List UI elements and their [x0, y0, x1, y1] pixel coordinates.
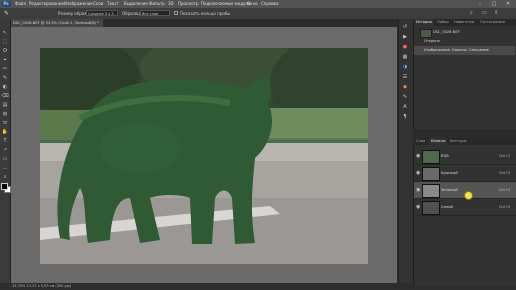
share-icon[interactable]: ⇪	[494, 10, 498, 17]
sample-label: Образец:	[122, 11, 142, 16]
history-tab-1[interactable]: Набор	[435, 19, 451, 26]
channel-row[interactable]: ◉ Красный Ctrl+3	[414, 165, 516, 182]
eyedropper-tool-icon[interactable]: ✎	[4, 10, 9, 17]
tool-icon-2[interactable]: ʘ	[1, 48, 9, 55]
menu-item-11[interactable]: Справка	[261, 0, 279, 8]
menu-item-6[interactable]: Фильтр	[149, 0, 165, 8]
tool-icon-5[interactable]: ✎	[1, 75, 9, 82]
status-text: 33,33% 13,37 x 5,93 см (300 ppi)	[12, 284, 72, 288]
close-icon[interactable]: ✕	[502, 0, 514, 8]
history-item[interactable]: DSC_0028.NEF	[414, 28, 515, 38]
channel-thumbnail	[422, 150, 440, 164]
foreground-color-swatch[interactable]	[1, 183, 8, 190]
history-item-label: DSC_0028.NEF	[433, 30, 460, 34]
swatches-panel-icon[interactable]: ▦	[401, 54, 409, 61]
tool-icon-3[interactable]: ⌖	[1, 57, 9, 64]
channel-row[interactable]: ◉ Синий Ctrl+5	[414, 199, 516, 216]
properties-panel-icon[interactable]: ☰	[401, 74, 409, 81]
tool-icon-6[interactable]: ◐	[1, 84, 9, 91]
channel-thumbnail	[422, 167, 440, 181]
channel-name: Красный	[441, 171, 458, 175]
tool-icon-10[interactable]: ⬭	[1, 120, 9, 127]
tool-icon-9[interactable]: ◍	[1, 111, 9, 118]
tool-icon-7[interactable]: ⌫	[1, 93, 9, 100]
channel-name: Зеленый	[441, 188, 458, 192]
app-logo-icon: Ps	[1, 1, 11, 7]
document-image[interactable]	[40, 48, 368, 264]
menu-item-9[interactable]: Подключаемые модули	[201, 0, 251, 8]
history-item[interactable]: Открыть	[414, 37, 515, 46]
brush-panel-icon[interactable]: ✎	[401, 94, 409, 101]
tool-icon-1[interactable]: ⬚	[1, 39, 9, 46]
menu-item-2[interactable]: Изображение	[64, 0, 93, 8]
tool-icon-4[interactable]: ✂	[1, 66, 9, 73]
menu-item-3[interactable]: Слои	[93, 0, 103, 8]
channel-name: Синий	[441, 205, 453, 209]
menu-item-4[interactable]: Текст	[107, 0, 119, 8]
tool-icon-16[interactable]: ⌕	[1, 174, 9, 181]
channels-tab-1[interactable]: Каналы	[429, 138, 448, 145]
channels-tab-2[interactable]: Контуры	[448, 138, 468, 145]
history-panel-icon[interactable]: ↺	[401, 24, 409, 31]
channels-tab-0[interactable]: Слои	[414, 138, 427, 145]
show-ring-label: Показать кольцо пробы	[180, 11, 231, 16]
channel-shortcut: Ctrl+3	[498, 171, 510, 175]
tool-icon-12[interactable]: T	[1, 138, 9, 145]
channel-shortcut: Ctrl+5	[498, 205, 510, 209]
color-panel-icon[interactable]: ◼	[401, 44, 409, 51]
tool-icon-15[interactable]: …	[1, 165, 9, 172]
channel-shortcut: Ctrl+2	[498, 154, 510, 158]
tool-icon-13[interactable]: ↗	[1, 147, 9, 154]
maximize-icon[interactable]: □	[488, 0, 500, 8]
search-icon[interactable]: ⌕	[470, 10, 473, 17]
channel-thumbnail	[422, 201, 440, 215]
history-item[interactable]: Изображение: Каналы: Смешение	[414, 46, 515, 55]
document-tab[interactable]: DSC_0028.NEF @ 33,3% (Слой 1, Зеленый/8)…	[11, 19, 103, 27]
menu-item-7[interactable]: 3D	[168, 0, 174, 8]
character-panel-icon[interactable]: A	[401, 104, 409, 111]
history-item-label: Открыть	[424, 39, 441, 43]
tool-icon-11[interactable]: ✋	[1, 129, 9, 136]
show-ring-checkbox[interactable]	[174, 11, 178, 15]
minimize-icon[interactable]: –	[474, 0, 486, 8]
tool-icon-8[interactable]: ▤	[1, 102, 9, 109]
workspace-icon[interactable]: ▭	[482, 10, 487, 17]
paragraph-panel-icon[interactable]: ¶	[401, 114, 409, 121]
channel-name: RGB	[441, 154, 449, 158]
menu-item-0[interactable]: Файл	[15, 0, 26, 8]
actions-panel-icon[interactable]: ▶	[401, 34, 409, 41]
menu-item-8[interactable]: Просмотр	[178, 0, 199, 8]
cursor-highlight	[464, 191, 473, 200]
channel-thumbnail	[422, 184, 440, 198]
menu-item-10[interactable]: Окно	[247, 0, 258, 8]
tool-icon-0[interactable]: ↖	[1, 30, 9, 37]
menu-item-5[interactable]: Выделение	[124, 0, 148, 8]
sample-layers-select[interactable]: Все слои	[140, 10, 170, 16]
history-tab-2[interactable]: Навигатор	[452, 19, 476, 26]
adjustments-panel-icon[interactable]: ◑	[401, 64, 409, 71]
history-tab-3[interactable]: Гистограмма	[478, 19, 507, 26]
history-tab-0[interactable]: История	[414, 19, 434, 26]
channel-shortcut: Ctrl+4	[498, 188, 510, 192]
tool-icon-14[interactable]: ▭	[1, 156, 9, 163]
menu-item-1[interactable]: Редактирование	[29, 0, 64, 8]
libraries-panel-icon[interactable]: ◆	[401, 84, 409, 91]
sample-size-select[interactable]: Среднее 5 x 5	[86, 10, 118, 16]
channel-row[interactable]: ◉ RGB Ctrl+2	[414, 148, 516, 165]
history-item-label: Изображение: Каналы: Смешение	[424, 48, 489, 52]
